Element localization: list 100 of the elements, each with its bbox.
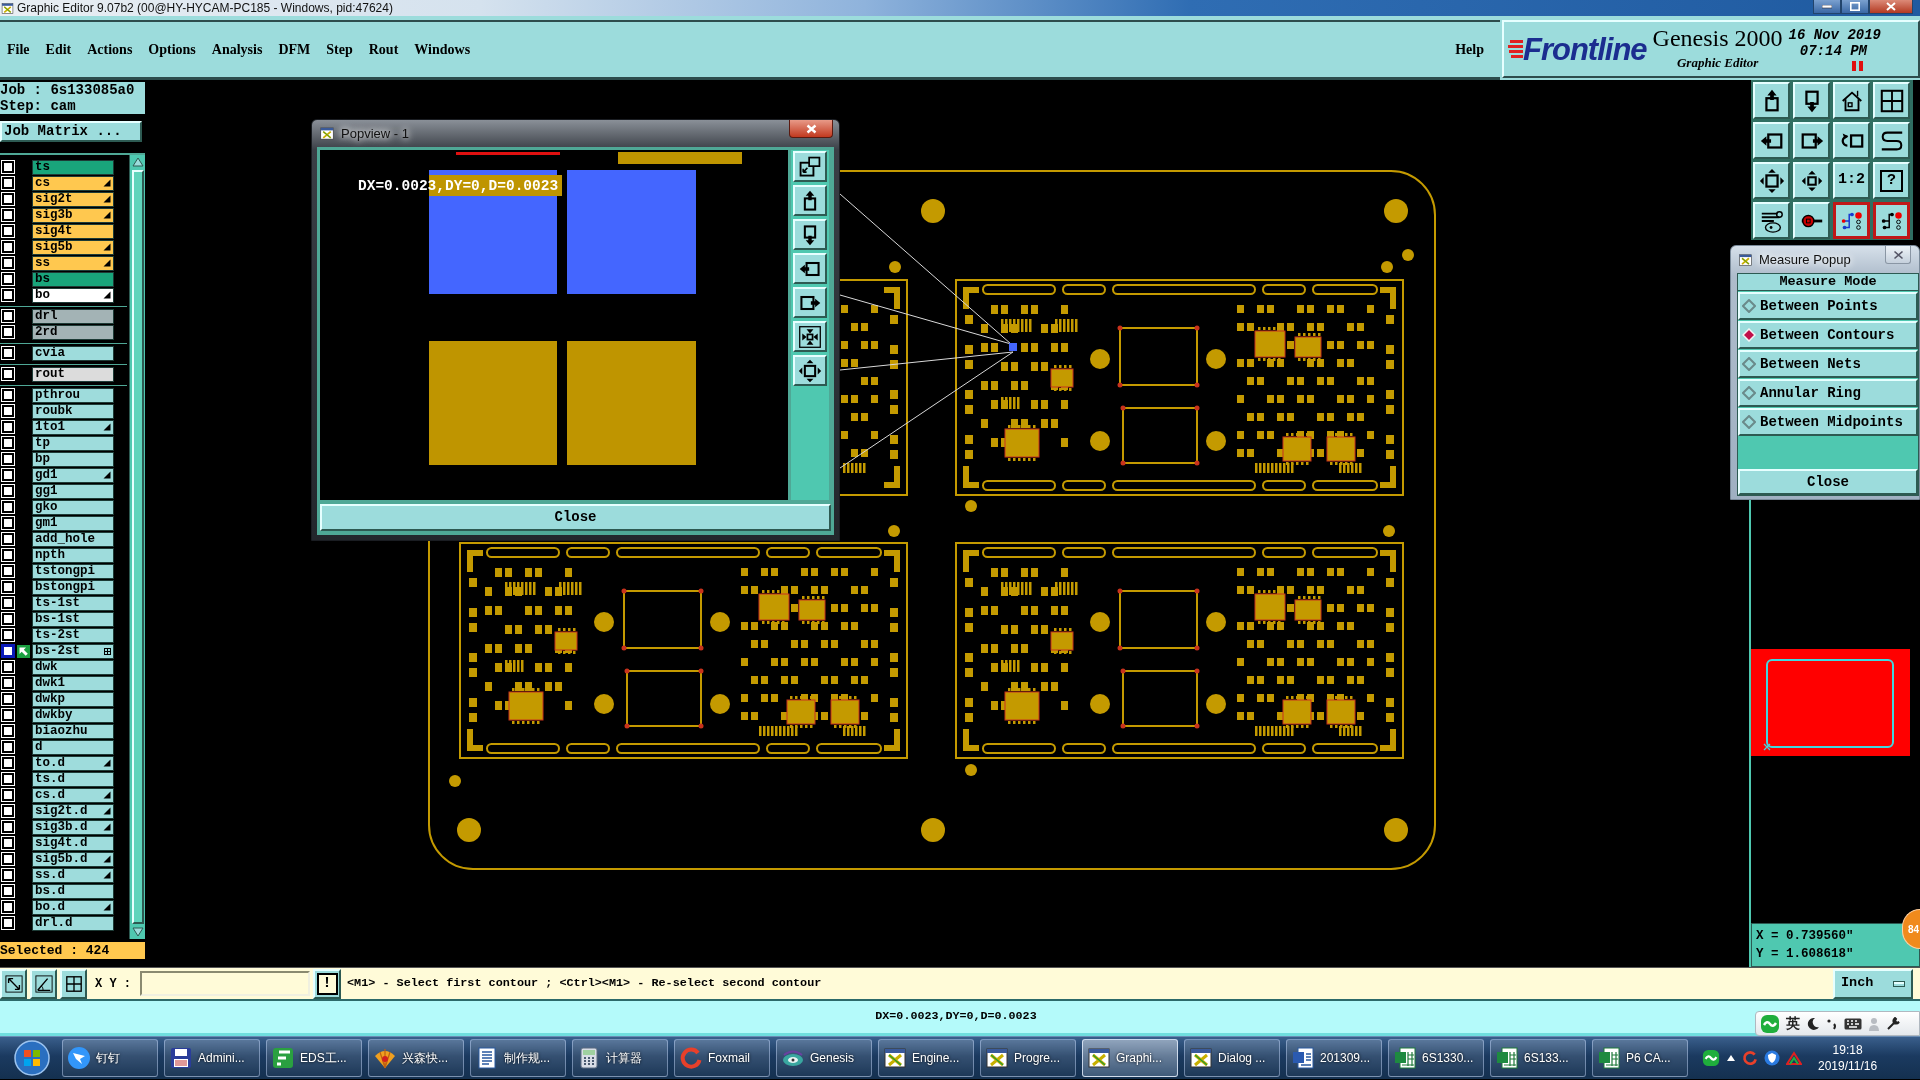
layer-button[interactable]: ts-2st [32, 627, 114, 643]
message-button[interactable]: ! [313, 968, 341, 999]
close-button[interactable] [789, 120, 833, 138]
layer-button[interactable]: rout [32, 366, 114, 382]
layer-button[interactable]: gg1 [32, 483, 114, 499]
layer-button[interactable]: sig2t [32, 191, 114, 207]
layer-checkbox[interactable] [2, 209, 14, 221]
taskbar-button[interactable]: 钉钉 [62, 1039, 158, 1077]
layer-checkbox[interactable] [2, 709, 14, 721]
layer-checkbox[interactable] [2, 693, 14, 705]
layer-checkbox[interactable] [2, 405, 14, 417]
layer-checkbox[interactable] [2, 368, 14, 380]
menu-item[interactable]: Rout [368, 39, 399, 60]
layer-checkbox[interactable] [2, 177, 14, 189]
layer-button[interactable]: sig5b.d [32, 851, 114, 867]
scrollbar-thumb[interactable] [131, 170, 144, 924]
layer-button[interactable]: gm1 [32, 515, 114, 531]
layer-checkbox[interactable] [2, 725, 14, 737]
layer-button[interactable]: ss [32, 255, 114, 271]
layer-checkbox[interactable] [2, 161, 14, 173]
layer-button[interactable]: gd1 [32, 467, 114, 483]
toolbar-button[interactable]: 1:2 [1833, 162, 1870, 199]
layer-checkbox[interactable] [2, 885, 14, 897]
layer-checkbox[interactable] [2, 326, 14, 338]
taskbar-button[interactable]: Genesis [776, 1039, 872, 1077]
view-tool-button[interactable] [793, 253, 827, 284]
taskbar-button[interactable]: Graphi... [1082, 1039, 1178, 1077]
layer-checkbox[interactable] [2, 347, 14, 359]
view-tool-button[interactable] [793, 355, 827, 386]
layer-button[interactable]: tp [32, 435, 114, 451]
taskbar-button[interactable]: 制作规... [470, 1039, 566, 1077]
taskbar-button[interactable]: Foxmail [674, 1039, 770, 1077]
layer-checkbox[interactable] [2, 629, 14, 641]
layer-button[interactable]: bp [32, 451, 114, 467]
layer-checkbox[interactable] [2, 661, 14, 673]
layer-button[interactable]: biaozhu [32, 723, 114, 739]
toolbar-button[interactable] [1873, 202, 1910, 239]
layer-checkbox[interactable] [2, 225, 14, 237]
menu-item[interactable]: Help [1455, 39, 1484, 60]
layer-checkbox[interactable] [2, 389, 14, 401]
layer-checkbox[interactable] [2, 645, 14, 657]
minimize-button[interactable] [1813, 0, 1841, 14]
layer-checkbox[interactable] [2, 241, 14, 253]
layer-checkbox[interactable] [2, 437, 14, 449]
layer-button[interactable]: cs [32, 175, 114, 191]
layer-checkbox[interactable] [2, 549, 14, 561]
layer-button[interactable]: sig4t.d [32, 835, 114, 851]
layer-button[interactable]: bo [32, 287, 114, 303]
layer-checkbox[interactable] [2, 853, 14, 865]
layer-checkbox[interactable] [2, 469, 14, 481]
layer-button[interactable]: bo.d [32, 899, 114, 915]
layer-button[interactable]: bs-1st [32, 611, 114, 627]
unit-button[interactable]: Inch [1833, 968, 1913, 999]
layer-button[interactable]: bs [32, 271, 114, 287]
view-tool-button[interactable] [793, 219, 827, 250]
layer-button[interactable]: ts [32, 159, 114, 175]
layer-button[interactable]: 1to1 [32, 419, 114, 435]
layer-checkbox[interactable] [2, 501, 14, 513]
layer-checkbox[interactable] [2, 421, 14, 433]
menu-item[interactable]: File [7, 39, 30, 60]
close-button[interactable] [1869, 0, 1913, 14]
view-tool-button[interactable] [793, 321, 827, 352]
measure-mode-option[interactable]: Between Contours [1738, 321, 1918, 349]
layer-button[interactable]: bstongpi [32, 579, 114, 595]
taskbar-button[interactable]: 计算器 [572, 1039, 668, 1077]
layer-button[interactable]: bs-2st [32, 643, 114, 659]
tool-button[interactable] [30, 968, 57, 999]
close-button[interactable] [1885, 246, 1911, 264]
measure-mode-option[interactable]: Annular Ring [1738, 379, 1918, 407]
layer-button[interactable]: dwkp [32, 691, 114, 707]
taskbar-button[interactable]: EDS工... [266, 1039, 362, 1077]
layer-button[interactable]: sig3b.d [32, 819, 114, 835]
layer-checkbox[interactable] [2, 581, 14, 593]
layer-checkbox[interactable] [2, 273, 14, 285]
layer-checkbox[interactable] [2, 757, 14, 769]
input-mode-label[interactable]: 英 [1786, 1013, 1800, 1034]
layer-checkbox[interactable] [2, 613, 14, 625]
menu-item[interactable]: Actions [87, 39, 133, 60]
layer-button[interactable]: to.d [32, 755, 114, 771]
taskbar-button[interactable]: Dialog ... [1184, 1039, 1280, 1077]
layer-checkbox[interactable] [2, 773, 14, 785]
layer-checkbox[interactable] [2, 901, 14, 913]
layer-button[interactable]: cvia [32, 345, 114, 361]
menu-item[interactable]: DFM [278, 39, 311, 60]
layer-button[interactable]: ts.d [32, 771, 114, 787]
tool-button[interactable] [60, 968, 87, 999]
layer-button[interactable]: sig4t [32, 223, 114, 239]
menu-item[interactable]: Options [148, 39, 196, 60]
layer-button[interactable]: 2rd [32, 324, 114, 340]
layer-checkbox[interactable] [2, 869, 14, 881]
layer-checkbox[interactable] [2, 257, 14, 269]
close-button[interactable]: Close [320, 504, 831, 531]
layer-button[interactable]: dwk1 [32, 675, 114, 691]
layer-checkbox[interactable] [2, 805, 14, 817]
layer-button[interactable]: d [32, 739, 114, 755]
layer-button[interactable]: bs.d [32, 883, 114, 899]
layer-button[interactable]: tstongpi [32, 563, 114, 579]
job-matrix-button[interactable]: Job Matrix ... [0, 121, 142, 142]
layer-button[interactable]: pthrou [32, 387, 114, 403]
layer-button[interactable]: roubk [32, 403, 114, 419]
